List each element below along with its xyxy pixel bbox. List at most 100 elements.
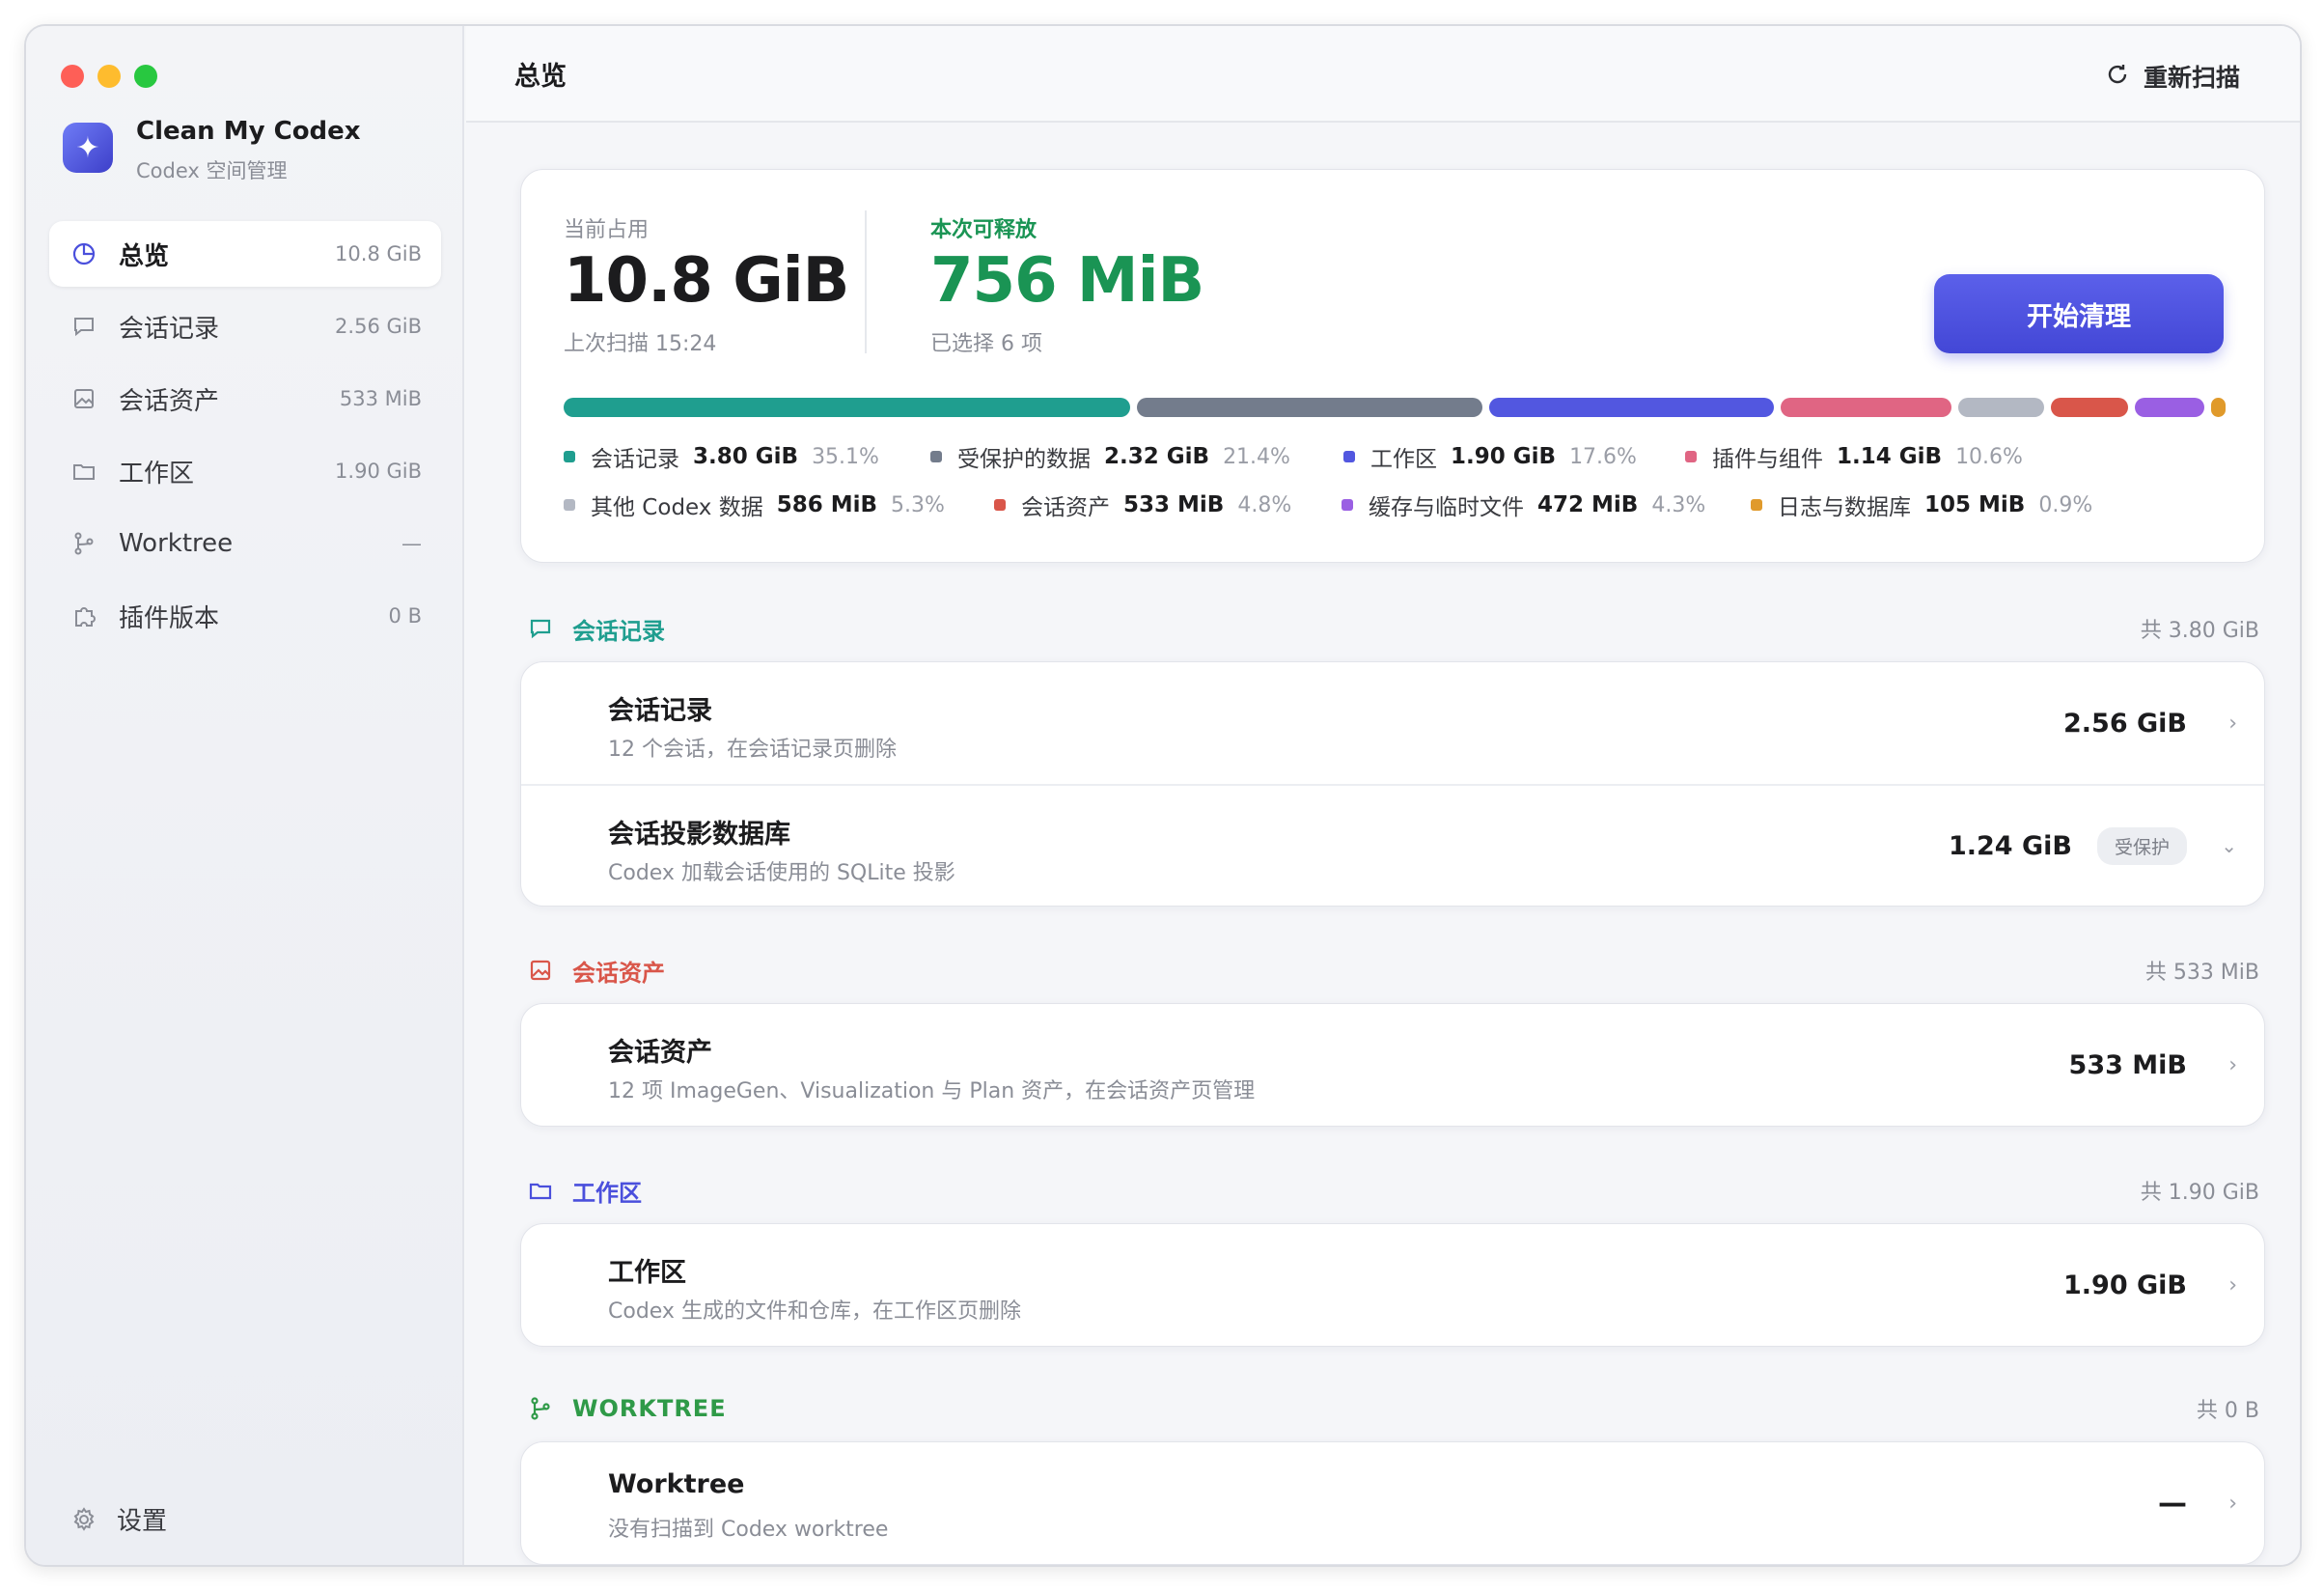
app-subtitle: Codex 空间管理 <box>136 159 288 182</box>
sidebar-item-plugins[interactable]: 插件版本 0 B <box>49 583 441 649</box>
legend-name: 工作区 <box>1370 447 1437 472</box>
sidebar-item-overview[interactable]: 总览 10.8 GiB <box>49 221 441 287</box>
legend-name: 插件与组件 <box>1712 447 1823 472</box>
chevron-down-icon[interactable]: ⌄ <box>2199 834 2237 857</box>
last-scan-time: 上次扫描 15:24 <box>564 332 717 356</box>
folder-icon <box>526 1176 555 1205</box>
row-trailing: — › <box>2158 1442 2237 1564</box>
sidebar-item-size: — <box>401 532 422 555</box>
usage-bar-segment <box>1780 398 1952 417</box>
legend-dot <box>564 451 575 462</box>
section-title: 会话资产 <box>572 959 665 987</box>
chevron-right-icon: › <box>2228 1272 2237 1298</box>
legend-percent: 21.4% <box>1223 444 1290 469</box>
folder-icon <box>70 458 97 485</box>
sidebar-item-label: 会话资产 <box>119 386 220 416</box>
section-total: 共 1.90 GiB <box>2140 1181 2259 1205</box>
workspace-card: 工作区 Codex 生成的文件和仓库，在工作区页删除 1.90 GiB › <box>520 1223 2265 1347</box>
pie-chart-icon <box>70 240 97 267</box>
row-subtitle: 12 个会话，在会话记录页删除 <box>608 738 897 762</box>
legend-dot <box>1685 451 1697 462</box>
puzzle-icon <box>70 602 97 629</box>
legend-item: 日志与数据库 105 MiB 0.9% <box>1751 488 2092 521</box>
usage-bar-segment <box>2050 398 2128 417</box>
sidebar-nav: 总览 10.8 GiB 会话记录 2.56 GiB 会话资产 533 MiB 工… <box>49 221 441 656</box>
settings-button[interactable]: 设置 <box>70 1501 167 1537</box>
legend-dot <box>930 451 942 462</box>
list-item[interactable]: 工作区 Codex 生成的文件和仓库，在工作区页删除 1.90 GiB › <box>521 1224 2264 1346</box>
sessions-card: 会话记录 12 个会话，在会话记录页删除 2.56 GiB › 会话投影数据库 … <box>520 661 2265 907</box>
legend-item: 插件与组件 1.14 GiB 10.6% <box>1685 440 2023 473</box>
row-subtitle: 12 项 ImageGen、Visualization 与 Plan 资产，在会… <box>608 1079 1256 1103</box>
legend-percent: 0.9% <box>2038 492 2093 517</box>
rescan-button[interactable]: 重新扫描 <box>2105 59 2240 94</box>
sidebar-item-assets[interactable]: 会话资产 533 MiB <box>49 366 441 432</box>
row-trailing: 2.56 GiB › <box>2063 662 2237 784</box>
row-subtitle: Codex 生成的文件和仓库，在工作区页删除 <box>608 1299 1021 1324</box>
sidebar-item-size: 2.56 GiB <box>335 315 422 338</box>
sidebar-item-workspace[interactable]: 工作区 1.90 GiB <box>49 438 441 504</box>
app-logo-icon: ✦ <box>63 123 113 173</box>
sidebar-item-size: 1.90 GiB <box>335 460 422 483</box>
sidebar-item-size: 0 B <box>388 604 422 628</box>
assets-card: 会话资产 12 项 ImageGen、Visualization 与 Plan … <box>520 1003 2265 1127</box>
legend-percent: 35.1% <box>812 444 879 469</box>
list-item[interactable]: 会话资产 12 项 ImageGen、Visualization 与 Plan … <box>521 1004 2264 1126</box>
sidebar: ✦ Clean My Codex Codex 空间管理 总览 10.8 GiB … <box>26 26 464 1565</box>
zoom-window-button[interactable] <box>134 65 157 88</box>
start-clean-button[interactable]: 开始清理 <box>1934 274 2224 353</box>
legend-percent: 4.8% <box>1237 492 1292 517</box>
section-total: 共 533 MiB <box>2144 961 2259 985</box>
page-title: 总览 <box>514 61 567 92</box>
row-title: Worktree <box>608 1469 745 1499</box>
branch-icon <box>70 530 97 557</box>
legend-item: 工作区 1.90 GiB 17.6% <box>1343 440 1637 473</box>
usage-bar-segment <box>2210 398 2226 417</box>
row-title: 会话记录 <box>608 696 712 726</box>
row-size: 1.90 GiB <box>2062 1270 2187 1300</box>
section-total: 共 0 B <box>2196 1399 2259 1423</box>
legend-name: 会话记录 <box>591 447 679 472</box>
usage-bar <box>564 398 2226 417</box>
legend-item: 缓存与临时文件 472 MiB 4.3% <box>1342 488 1705 521</box>
sidebar-item-sessions[interactable]: 会话记录 2.56 GiB <box>49 293 441 359</box>
legend-percent: 5.3% <box>891 492 945 517</box>
section-total: 共 3.80 GiB <box>2140 619 2259 643</box>
legend-value: 472 MiB <box>1537 492 1639 517</box>
legend-value: 1.14 GiB <box>1837 444 1943 469</box>
image-icon <box>70 385 97 412</box>
sidebar-item-label: Worktree <box>119 529 234 558</box>
minimize-window-button[interactable] <box>97 65 121 88</box>
summary-card: 当前占用 10.8 GiB 上次扫描 15:24 本次可释放 756 MiB 已… <box>520 169 2265 563</box>
legend-item: 会话记录 3.80 GiB 35.1% <box>564 440 879 473</box>
legend-item: 会话资产 533 MiB 4.8% <box>994 488 1291 521</box>
legend-value: 586 MiB <box>776 492 878 517</box>
branch-icon <box>526 1394 555 1423</box>
legend-dot <box>1343 451 1355 462</box>
legend-item: 其他 Codex 数据 586 MiB 5.3% <box>564 488 945 521</box>
usage-bar-segment <box>564 398 1131 417</box>
section-title: 工作区 <box>572 1179 642 1207</box>
legend-value: 105 MiB <box>1924 492 2026 517</box>
chat-bubble-icon <box>70 313 97 340</box>
main-content: 总览 重新扫描 当前占用 10.8 GiB 上次扫描 15:24 本次可释放 7… <box>466 26 2300 1565</box>
list-item[interactable]: 会话记录 12 个会话，在会话记录页删除 2.56 GiB › <box>521 662 2264 784</box>
chevron-right-icon: › <box>2228 711 2237 736</box>
sidebar-item-size: 533 MiB <box>339 387 422 410</box>
close-window-button[interactable] <box>61 65 84 88</box>
legend-percent: 17.6% <box>1569 444 1637 469</box>
settings-label: 设置 <box>117 1507 168 1536</box>
legend-value: 3.80 GiB <box>693 444 799 469</box>
row-trailing: 533 MiB › <box>2069 1004 2237 1126</box>
toolbar: 总览 重新扫描 <box>466 26 2300 123</box>
legend-value: 2.32 GiB <box>1104 444 1210 469</box>
list-item[interactable]: Worktree 没有扫描到 Codex worktree — › <box>521 1442 2264 1564</box>
sidebar-item-worktree[interactable]: Worktree — <box>49 511 441 576</box>
section-header-worktree: WORKTREE 共 0 B <box>520 1389 2265 1428</box>
legend-value: 533 MiB <box>1123 492 1225 517</box>
usage-bar-segment <box>2135 398 2204 417</box>
list-item[interactable]: 会话投影数据库 Codex 加载会话使用的 SQLite 投影 1.24 GiB… <box>521 784 2264 906</box>
section-header-sessions: 会话记录 共 3.80 GiB <box>520 609 2265 648</box>
usage-bar-segment <box>1489 398 1774 417</box>
row-title: 工作区 <box>608 1258 686 1288</box>
